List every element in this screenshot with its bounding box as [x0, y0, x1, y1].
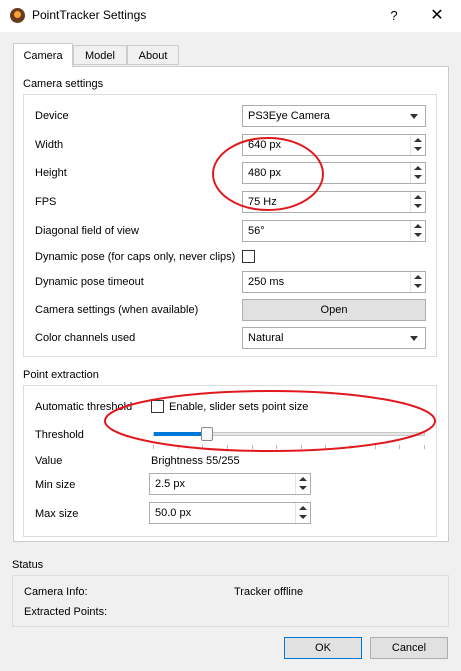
- slider-tick: [350, 445, 352, 449]
- dynamic-pose-label: Dynamic pose (for caps only, never clips…: [35, 251, 236, 263]
- fov-label: Diagonal field of view: [35, 225, 139, 237]
- automatic-threshold-checkbox-label[interactable]: Enable, slider sets point size: [169, 401, 308, 413]
- slider-tick: [374, 445, 376, 449]
- chevron-down-icon: [410, 114, 418, 119]
- color-channels-select[interactable]: Natural: [242, 327, 426, 349]
- slider-tick: [300, 445, 302, 449]
- value-label: Value: [35, 455, 63, 467]
- tab-model[interactable]: Model: [73, 45, 127, 65]
- slider-tick: [202, 445, 204, 449]
- dynamic-timeout-value: 250 ms: [248, 276, 285, 288]
- slider-tick: [177, 445, 179, 449]
- color-channels-value: Natural: [248, 332, 284, 344]
- fps-label: FPS: [35, 196, 57, 208]
- spin-arrows-icon[interactable]: [410, 135, 425, 155]
- spin-arrows-icon[interactable]: [410, 272, 425, 292]
- status-group-title: Status: [12, 559, 44, 571]
- dynamic-timeout-spinbox[interactable]: 250 ms: [242, 271, 426, 293]
- camera-info-label: Camera Info:: [24, 586, 88, 598]
- min-size-label: Min size: [35, 479, 76, 491]
- min-size-spinbox[interactable]: 2.5 px: [149, 473, 311, 495]
- width-spinbox[interactable]: 640 px: [242, 134, 426, 156]
- brightness-value: Brightness 55/255: [151, 455, 240, 467]
- close-button[interactable]: ✕: [424, 5, 450, 27]
- spin-arrows-icon[interactable]: [410, 192, 425, 212]
- width-value: 640 px: [248, 139, 282, 151]
- tab-camera[interactable]: Camera: [13, 43, 73, 67]
- threshold-slider-fill: [154, 432, 209, 436]
- max-size-value: 50.0 px: [155, 507, 192, 519]
- threshold-label: Threshold: [35, 429, 84, 441]
- fps-value: 75 Hz: [248, 196, 277, 208]
- point-extraction-group-title: Point extraction: [23, 369, 99, 381]
- dynamic-pose-checkbox[interactable]: [242, 250, 255, 263]
- camera-info-value: Tracker offline: [234, 586, 304, 598]
- spin-arrows-icon[interactable]: [295, 474, 310, 494]
- threshold-slider-handle[interactable]: [201, 427, 214, 441]
- window-title: PointTracker Settings: [32, 8, 147, 22]
- ok-button[interactable]: OK: [284, 637, 362, 659]
- fov-value: 56°: [248, 225, 265, 237]
- spin-arrows-icon[interactable]: [410, 221, 425, 241]
- max-size-spinbox[interactable]: 50.0 px: [149, 502, 311, 524]
- slider-tick: [226, 445, 228, 449]
- device-label: Device: [35, 110, 69, 122]
- threshold-slider-track[interactable]: [153, 432, 425, 436]
- extracted-points-label: Extracted Points:: [24, 606, 108, 618]
- spin-arrows-icon[interactable]: [295, 503, 310, 523]
- slider-tick: [325, 445, 327, 449]
- slider-tick: [153, 445, 154, 449]
- camera-settings-group-title: Camera settings: [23, 78, 104, 90]
- dynamic-timeout-label: Dynamic pose timeout: [35, 276, 144, 288]
- device-select[interactable]: PS3Eye Camera: [242, 105, 426, 127]
- chevron-down-icon: [410, 336, 418, 341]
- fov-spinbox[interactable]: 56°: [242, 220, 426, 242]
- spin-arrows-icon[interactable]: [410, 163, 425, 183]
- camera-settings-label: Camera settings (when available): [35, 304, 199, 316]
- open-camera-settings-button[interactable]: Open: [242, 299, 426, 321]
- min-size-value: 2.5 px: [155, 478, 185, 490]
- automatic-threshold-checkbox[interactable]: [151, 400, 164, 413]
- help-button[interactable]: ?: [382, 6, 406, 26]
- fps-spinbox[interactable]: 75 Hz: [242, 191, 426, 213]
- width-label: Width: [35, 139, 64, 151]
- title-bar: PointTracker Settings ? ✕: [0, 0, 461, 32]
- height-value: 480 px: [248, 167, 282, 179]
- automatic-threshold-label: Automatic threshold: [35, 401, 133, 413]
- slider-tick: [424, 445, 425, 449]
- tab-about[interactable]: About: [127, 45, 179, 65]
- height-spinbox[interactable]: 480 px: [242, 162, 426, 184]
- height-label: Height: [35, 167, 67, 179]
- device-value: PS3Eye Camera: [248, 110, 330, 122]
- status-group: [12, 575, 449, 627]
- max-size-label: Max size: [35, 508, 79, 520]
- color-channels-label: Color channels used: [35, 332, 136, 344]
- slider-tick: [276, 445, 278, 449]
- cancel-button[interactable]: Cancel: [370, 637, 448, 659]
- slider-tick: [251, 445, 253, 449]
- app-logo-icon: [10, 8, 25, 23]
- slider-tick: [399, 445, 401, 449]
